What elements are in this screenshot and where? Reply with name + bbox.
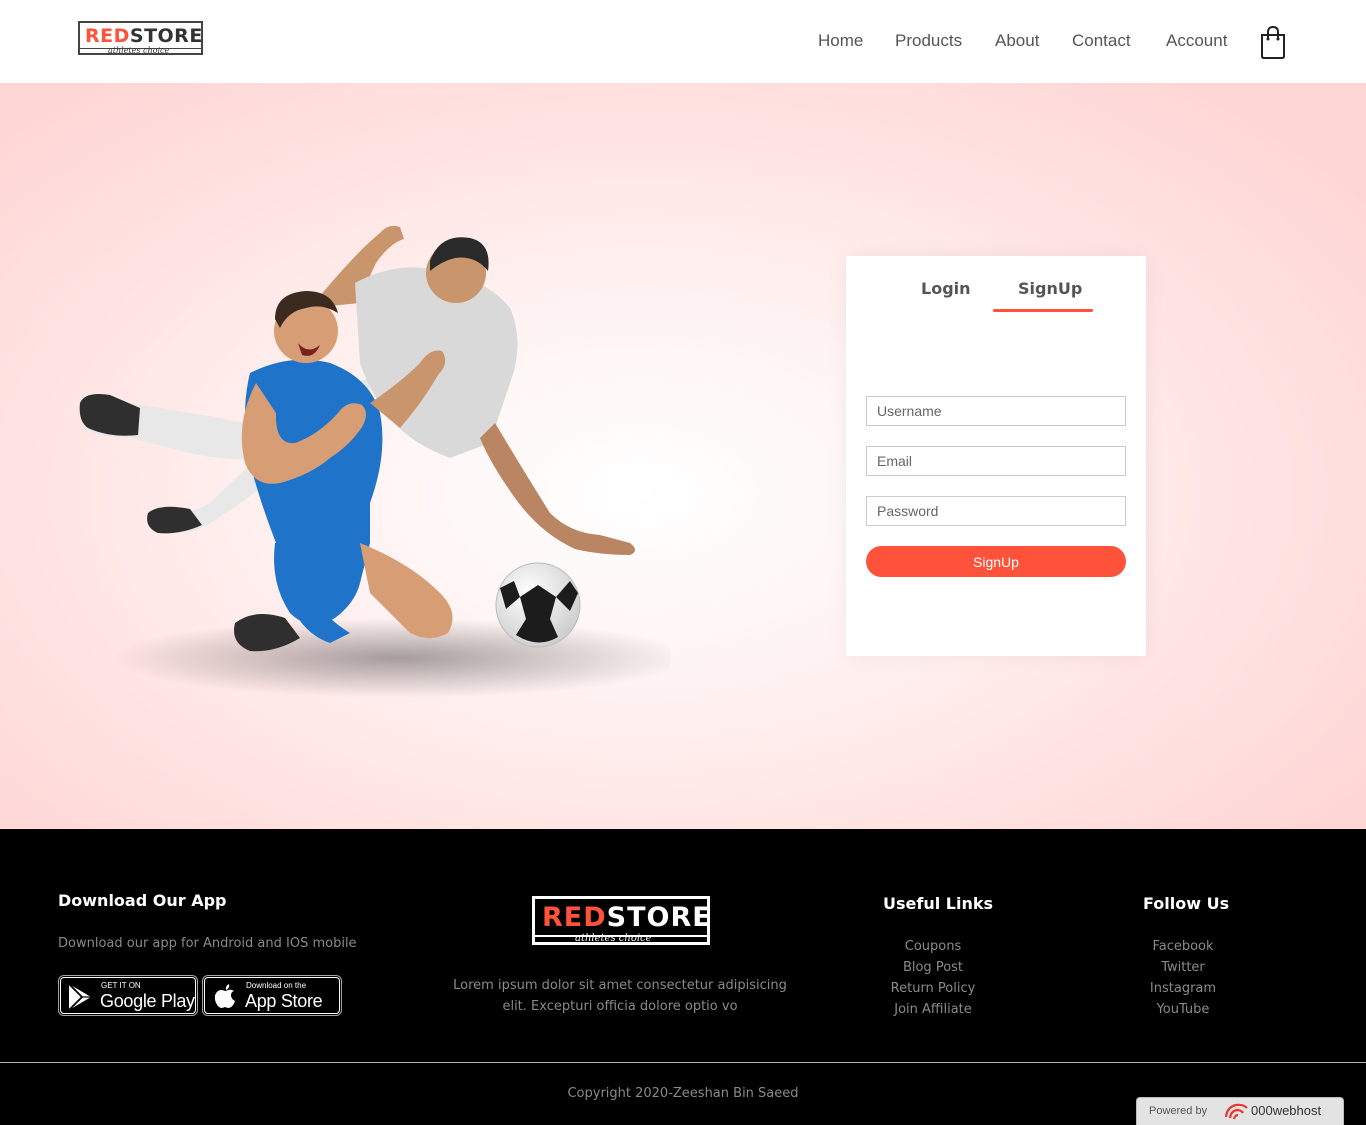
- useful-links-list: Coupons Blog Post Return Policy Join Aff…: [863, 936, 1003, 1020]
- email-input[interactable]: [866, 446, 1126, 476]
- footer-description-line1: Lorem ipsum dolor sit amet consectetur a…: [453, 978, 787, 993]
- footer-divider: [0, 1062, 1366, 1063]
- follow-us-title: Follow Us: [1143, 894, 1230, 913]
- hero-section: Login SignUp SignUp: [0, 83, 1366, 829]
- football-players-image: [79, 225, 670, 698]
- google-play-icon: [68, 983, 91, 1011]
- link-instagram[interactable]: Instagram: [1123, 978, 1243, 999]
- powered-by-badge[interactable]: Powered by 000webhost: [1136, 1097, 1344, 1125]
- signup-submit-button[interactable]: SignUp: [866, 546, 1126, 577]
- tab-signup[interactable]: SignUp: [1018, 278, 1082, 300]
- useful-links-title: Useful Links: [883, 894, 994, 913]
- apple-icon: [214, 984, 235, 1008]
- footer-logo-wordmark: REDSTORE: [542, 902, 712, 933]
- nav-about[interactable]: About: [995, 30, 1039, 52]
- logo-tagline: athletes choice: [108, 46, 170, 55]
- signup-form-card: Login SignUp SignUp: [846, 256, 1146, 656]
- navbar: REDSTORE athletes choice Home Products A…: [0, 0, 1366, 83]
- store-logo[interactable]: REDSTORE athletes choice: [78, 21, 203, 55]
- shopping-bag-icon[interactable]: [1259, 25, 1287, 59]
- nav-products[interactable]: Products: [895, 30, 962, 52]
- nav-home[interactable]: Home: [818, 30, 863, 52]
- app-store-button[interactable]: Download on the App Store: [202, 975, 342, 1016]
- follow-us-list: Facebook Twitter Instagram YouTube: [1123, 936, 1243, 1020]
- username-input[interactable]: [866, 396, 1126, 426]
- link-blog-post[interactable]: Blog Post: [863, 957, 1003, 978]
- link-return-policy[interactable]: Return Policy: [863, 978, 1003, 999]
- google-play-small: GET IT ON: [101, 981, 141, 990]
- nav-account[interactable]: Account: [1166, 30, 1227, 52]
- active-tab-indicator: [993, 309, 1093, 312]
- logo-wordmark: REDSTORE: [85, 25, 203, 47]
- footer-app-text: Download our app for Android and IOS mob…: [58, 936, 357, 951]
- webhost-name: 000webhost: [1251, 1103, 1322, 1118]
- webhost-logo-icon: [1224, 1103, 1248, 1120]
- link-join-affiliate[interactable]: Join Affiliate: [863, 999, 1003, 1020]
- footer-app-title: Download Our App: [58, 891, 227, 910]
- link-twitter[interactable]: Twitter: [1123, 957, 1243, 978]
- footer-description: Lorem ipsum dolor sit amet consectetur a…: [420, 975, 820, 1017]
- footer-description-line2: elit. Excepturi officia dolore optio vo: [502, 999, 738, 1014]
- tab-login[interactable]: Login: [921, 278, 971, 300]
- app-store-big: App Store: [245, 991, 323, 1011]
- link-youtube[interactable]: YouTube: [1123, 999, 1243, 1020]
- google-play-button[interactable]: GET IT ON Google Play: [58, 975, 198, 1016]
- link-facebook[interactable]: Facebook: [1123, 936, 1243, 957]
- google-play-big: Google Play: [100, 991, 195, 1011]
- app-store-small: Download on the: [246, 981, 307, 990]
- nav-contact[interactable]: Contact: [1072, 30, 1131, 52]
- link-coupons[interactable]: Coupons: [863, 936, 1003, 957]
- powered-by-label: Powered by: [1149, 1105, 1208, 1117]
- footer-logo-tagline: athletes choice: [575, 933, 652, 944]
- footer-logo: REDSTORE athletes choice: [532, 896, 712, 945]
- password-input[interactable]: [866, 496, 1126, 526]
- footer: Download Our App Download our app for An…: [0, 829, 1366, 1125]
